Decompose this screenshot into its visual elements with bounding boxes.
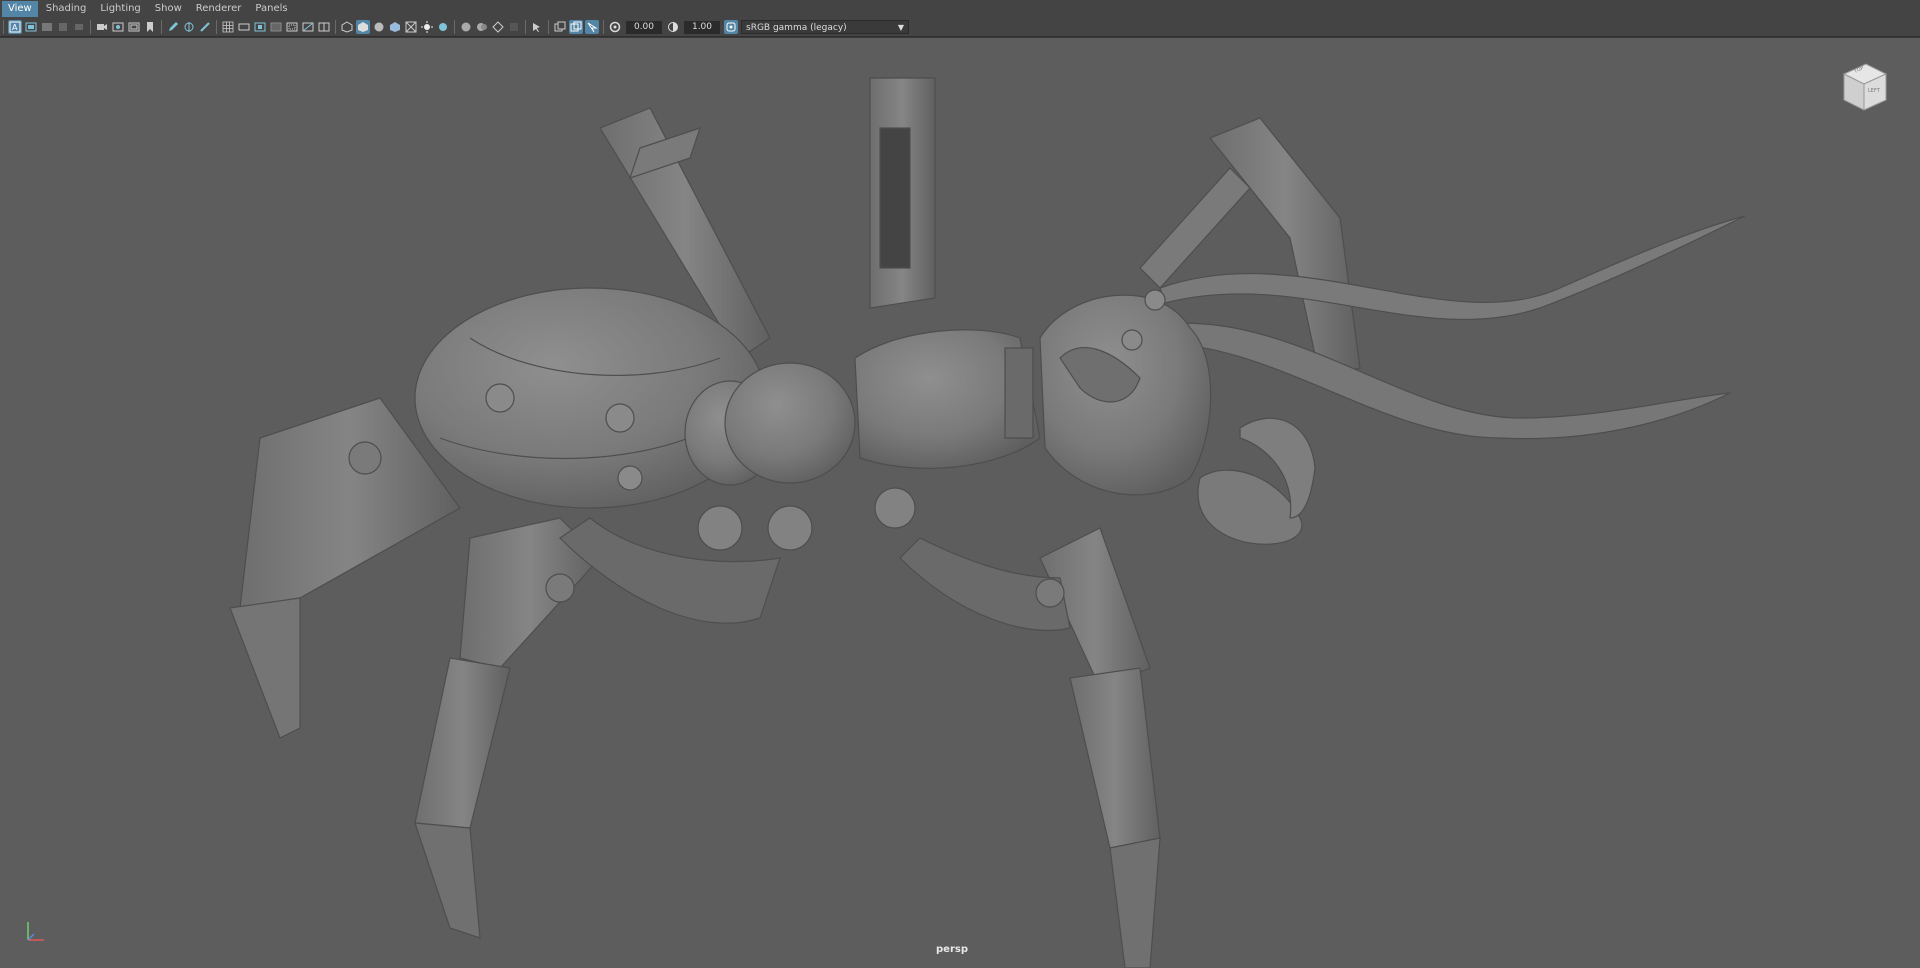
bookmark-icon[interactable] <box>143 20 157 34</box>
grease-pencil-icon[interactable] <box>166 20 180 34</box>
exposure-icon[interactable] <box>608 20 622 34</box>
grid-icon[interactable] <box>221 20 235 34</box>
view-transform-value: sRGB gamma (legacy) <box>746 23 847 33</box>
xray-icon[interactable] <box>404 20 418 34</box>
3d-viewport[interactable]: TOP LEFT persp <box>0 37 1920 968</box>
wireframe-icon[interactable] <box>340 20 354 34</box>
scene-render <box>229 77 1746 968</box>
2d-pan-zoom-icon[interactable] <box>72 20 86 34</box>
menu-lighting[interactable]: Lighting <box>94 1 146 17</box>
camera-attributes-icon[interactable] <box>24 20 38 34</box>
view-cube[interactable]: TOP LEFT <box>1832 56 1894 118</box>
textured-icon[interactable] <box>388 20 402 34</box>
menu-show[interactable]: Show <box>149 1 188 17</box>
safe-title-icon[interactable] <box>285 20 299 34</box>
exposure-field[interactable]: 0.00 <box>626 20 662 34</box>
film-gate-icon[interactable] <box>127 20 141 34</box>
toolbar-separator <box>161 20 162 34</box>
anti-aliasing-icon[interactable] <box>491 20 505 34</box>
resolution-gate-icon[interactable] <box>237 20 251 34</box>
menu-panels[interactable]: Panels <box>249 1 293 17</box>
hud-icon[interactable] <box>553 20 567 34</box>
menu-shading[interactable]: Shading <box>40 1 93 17</box>
view-transform-dropdown[interactable]: sRGB gamma (legacy) ▼ <box>741 20 909 34</box>
toolbar-separator <box>3 20 4 34</box>
toolbar-separator <box>525 20 526 34</box>
toolbar-separator <box>335 20 336 34</box>
default-material-icon[interactable] <box>372 20 386 34</box>
toolbar-separator <box>548 20 549 34</box>
shadows-icon[interactable] <box>436 20 450 34</box>
viewcube-left-label[interactable]: LEFT <box>1868 88 1880 94</box>
toolbar-separator <box>454 20 455 34</box>
overscan-icon[interactable] <box>317 20 331 34</box>
lights-icon[interactable] <box>420 20 434 34</box>
chevron-down-icon: ▼ <box>897 23 904 32</box>
manipulator-icon[interactable] <box>182 20 196 34</box>
wireframe-on-shaded-icon[interactable] <box>585 20 599 34</box>
gamma-field[interactable]: 1.00 <box>684 20 720 34</box>
camera-icon[interactable] <box>95 20 109 34</box>
toolbar-separator <box>603 20 604 34</box>
depth-of-field-icon[interactable] <box>507 20 521 34</box>
motion-blur-icon[interactable] <box>475 20 489 34</box>
svg-text:A: A <box>12 23 18 32</box>
pencil-icon[interactable] <box>198 20 212 34</box>
gate-mask-icon[interactable] <box>253 20 267 34</box>
isolate-select-icon[interactable] <box>530 20 544 34</box>
menu-view[interactable]: View <box>2 1 38 17</box>
safe-action-icon[interactable] <box>111 20 125 34</box>
gamma-icon[interactable] <box>666 20 680 34</box>
field-chart-icon[interactable] <box>269 20 283 34</box>
select-highlight-icon[interactable] <box>569 20 583 34</box>
menu-renderer[interactable]: Renderer <box>190 1 248 17</box>
toolbar-separator <box>90 20 91 34</box>
bookmarks-icon[interactable] <box>40 20 54 34</box>
camera-name-label: persp <box>936 944 968 955</box>
ambient-occlusion-icon[interactable] <box>459 20 473 34</box>
panel-menu-bar: View Shading Lighting Show Renderer Pane… <box>0 0 1920 18</box>
toolbar-separator <box>216 20 217 34</box>
smooth-shade-icon[interactable] <box>356 20 370 34</box>
mechanical-ant-model <box>229 77 1746 968</box>
panel-toolbar: A 0.00 1.00 sRGB gamma (legacy) ▼ <box>0 18 1920 37</box>
maya-viewport-window: View Shading Lighting Show Renderer Pane… <box>0 0 1920 968</box>
image-plane-icon[interactable] <box>56 20 70 34</box>
color-management-icon[interactable] <box>724 20 738 34</box>
safe-frame-icon[interactable] <box>301 20 315 34</box>
select-camera-icon[interactable]: A <box>8 20 22 34</box>
